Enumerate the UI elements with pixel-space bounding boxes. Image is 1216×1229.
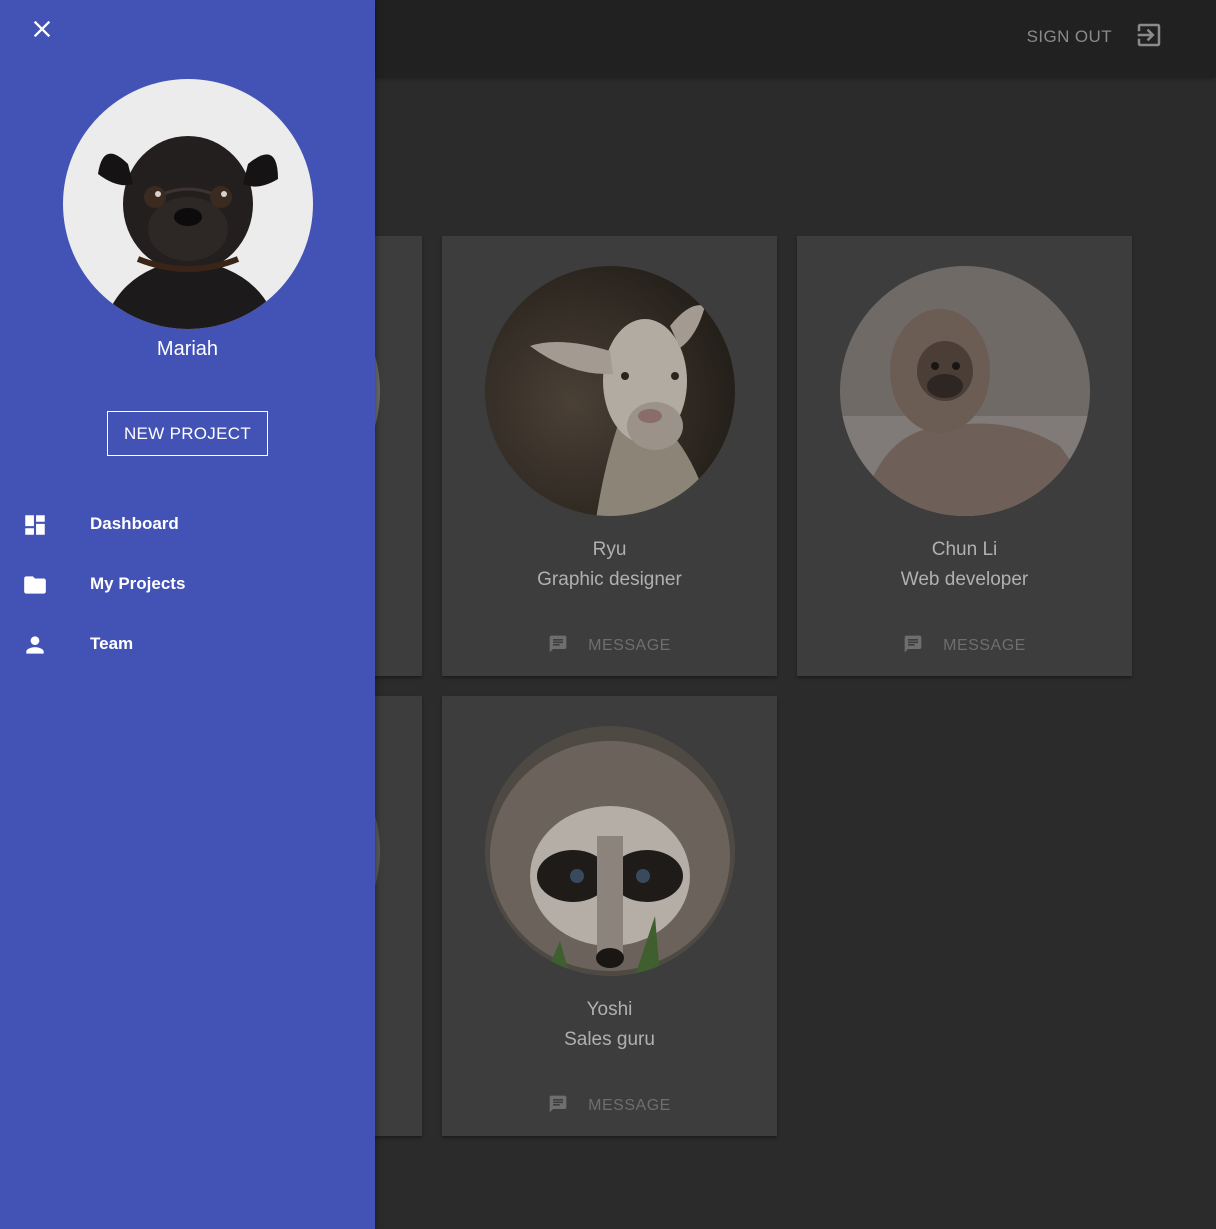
message-label: MESSAGE [588,1097,671,1114]
navigation-drawer: Mariah NEW PROJECT Dashboard My Projects… [0,0,375,1229]
team-member-card: Ryu Graphic designer MESSAGE [442,236,777,676]
member-avatar [485,266,735,516]
member-name: Chun Li [931,539,998,560]
sign-out-label: SIGN OUT [1026,27,1112,46]
nav-item-team[interactable]: Team [0,620,375,668]
message-button[interactable]: MESSAGE [797,634,1132,658]
nav-label: My Projects [90,574,186,593]
message-icon [903,634,923,659]
message-icon [548,1094,568,1119]
dashboard-icon [22,512,48,538]
person-icon [22,632,48,658]
member-name: Ryu [592,539,627,560]
team-member-card: Yoshi Sales guru MESSAGE [442,696,777,1136]
sign-out-button[interactable]: SIGN OUT [1027,22,1164,52]
team-member-card: Chun Li Web developer MESSAGE [797,236,1132,676]
nav-label: Team [90,634,134,653]
nav-item-dashboard[interactable]: Dashboard [0,500,375,548]
exit-to-app-icon [1134,20,1164,55]
member-avatar [485,726,735,976]
close-drawer-button[interactable] [28,15,56,43]
member-name: Yoshi [586,999,633,1020]
close-icon [28,20,56,47]
profile-name: Mariah [156,338,219,360]
member-role: Graphic designer [537,569,682,590]
folder-icon [22,572,48,598]
message-label: MESSAGE [588,637,671,654]
member-role: Web developer [900,569,1029,590]
message-button[interactable]: MESSAGE [442,634,777,658]
message-button[interactable]: MESSAGE [442,1094,777,1118]
member-role: Sales guru [564,1029,655,1050]
new-project-button[interactable]: NEW PROJECT [107,411,268,456]
member-avatar [840,266,1090,516]
message-icon [548,634,568,659]
profile-avatar [63,79,313,329]
nav-item-my-projects[interactable]: My Projects [0,560,375,608]
nav-label: Dashboard [90,514,179,533]
message-label: MESSAGE [943,637,1026,654]
